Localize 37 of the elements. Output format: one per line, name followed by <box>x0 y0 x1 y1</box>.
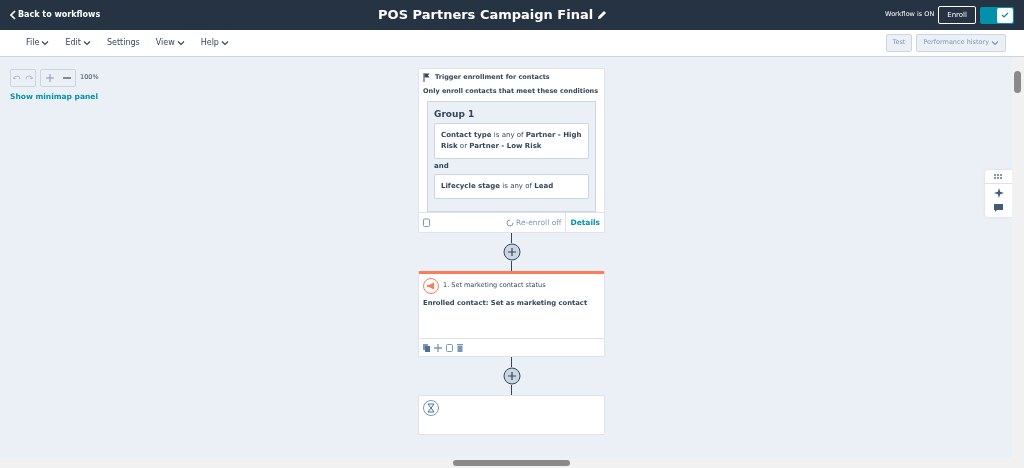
check-icon <box>1001 12 1009 18</box>
sparkle-icon[interactable] <box>993 188 1004 198</box>
delete-icon[interactable] <box>457 343 463 352</box>
chevron-down-icon <box>41 40 50 46</box>
menu-item[interactable]: Settings <box>98 37 148 49</box>
plus-icon <box>45 74 54 82</box>
horizontal-scrollbar[interactable] <box>0 458 1024 468</box>
grid-icon[interactable] <box>993 174 1004 179</box>
undo-icon <box>13 75 21 81</box>
pencil-icon[interactable] <box>597 10 608 20</box>
add-step-icon[interactable] <box>502 243 521 262</box>
clipboard-icon[interactable] <box>446 343 453 352</box>
refresh-icon <box>506 218 515 227</box>
back-link[interactable]: Back to workflows <box>10 9 379 21</box>
redo-icon <box>25 75 33 81</box>
minus-icon <box>62 74 71 82</box>
copy-icon[interactable] <box>423 343 430 352</box>
trigger-card[interactable] <box>418 68 605 234</box>
vertical-scrollbar[interactable] <box>1012 57 1024 458</box>
chevron-down-icon <box>176 40 185 46</box>
clipboard-icon[interactable] <box>423 218 430 228</box>
hourglass-icon <box>423 400 439 417</box>
menu-item[interactable]: File <box>18 37 58 49</box>
megaphone-icon <box>423 278 439 295</box>
chevron-down-icon <box>991 40 999 46</box>
menu-item[interactable]: View <box>147 37 193 49</box>
menu-item[interactable]: Edit <box>57 37 99 49</box>
menu-item[interactable]: Help <box>192 37 237 49</box>
chevron-down-icon <box>220 40 229 46</box>
flag-icon <box>423 73 431 83</box>
add-step-icon[interactable] <box>502 367 521 386</box>
workflow-title: POS Partners Campaign Final <box>378 6 594 25</box>
back-icon <box>10 10 16 20</box>
group-label: Group 1 <box>434 107 476 121</box>
workflow-toggle[interactable] <box>980 6 1014 24</box>
chat-icon[interactable] <box>994 204 1003 213</box>
chevron-down-icon <box>82 40 91 46</box>
